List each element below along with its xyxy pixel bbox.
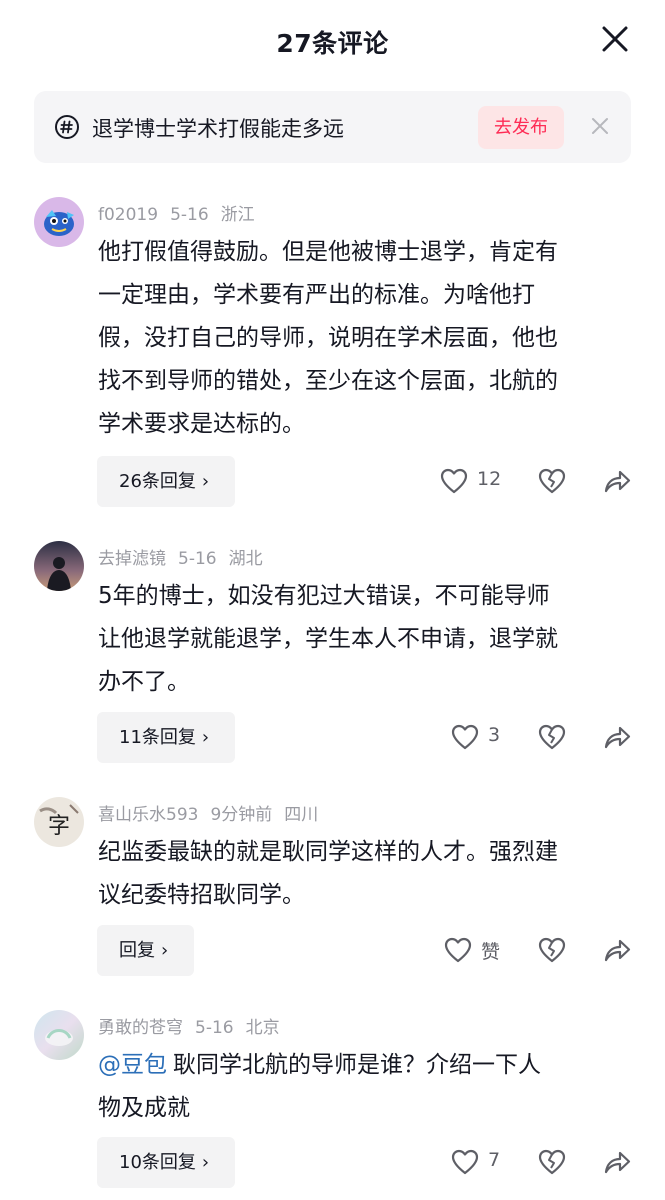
share-icon[interactable]	[603, 1149, 631, 1175]
publish-button[interactable]: 去发布	[478, 106, 564, 149]
dismiss-topic-icon[interactable]	[589, 115, 611, 137]
comment-actions: 7	[0, 1143, 665, 1183]
comment-location: 北京	[245, 1018, 280, 1038]
avatar[interactable]: 字	[34, 797, 84, 847]
comment-text: 他打假值得鼓励。但是他被博士退学，肯定有 一定理由，学术要有严出的标准。为啥他打…	[98, 231, 632, 446]
comment-line: 5年的博士，如没有犯过大错误，不可能导师	[98, 583, 550, 609]
comment-date: 5-16	[170, 205, 209, 225]
avatar[interactable]	[34, 1010, 84, 1060]
mention-link[interactable]: @豆包	[98, 1052, 167, 1078]
comment-actions: 12	[0, 462, 665, 502]
svg-text:字: 字	[48, 814, 70, 839]
comment-meta: f02019 5-16 浙江	[98, 200, 267, 225]
comment-meta: 喜山乐水593 9分钟前 四川	[98, 800, 330, 825]
comment-location: 湖北	[228, 549, 263, 569]
like-count: 12	[477, 468, 502, 490]
username[interactable]: 勇敢的苍穹	[98, 1018, 183, 1038]
heart-icon[interactable]	[444, 937, 472, 963]
comment-line: @豆包 耿同学北航的导师是谁？介绍一下人	[98, 1044, 632, 1087]
comment-line: 学术要求是达标的。	[98, 411, 305, 437]
username[interactable]: 喜山乐水593	[98, 805, 198, 825]
comment-location: 浙江	[220, 205, 255, 225]
comment-line: 让他退学就能退学，学生本人不申请，退学就	[98, 626, 558, 652]
comment-line-text: 耿同学北航的导师是谁？介绍一下人	[173, 1052, 541, 1078]
comment-line: 他打假值得鼓励。但是他被博士退学，肯定有	[98, 239, 558, 265]
broken-heart-icon[interactable]	[538, 468, 566, 494]
comment-line: 找不到导师的错处，至少在这个层面，北航的	[98, 368, 558, 394]
like-count: 3	[488, 724, 501, 746]
comment-text: 纪监委最缺的就是耿同学这样的人才。强烈建 议纪委特招耿同学。	[98, 831, 632, 917]
broken-heart-icon[interactable]	[538, 1149, 566, 1175]
close-icon[interactable]	[601, 25, 629, 53]
comment-line: 纪监委最缺的就是耿同学这样的人才。强烈建	[98, 839, 558, 865]
broken-heart-icon[interactable]	[538, 937, 566, 963]
comment-line: 议纪委特招耿同学。	[98, 882, 305, 908]
share-icon[interactable]	[603, 937, 631, 963]
username[interactable]: 去掉滤镜	[98, 549, 166, 569]
comment-date: 9分钟前	[210, 805, 273, 825]
comment-line: 办不了。	[98, 669, 190, 695]
comment-text: @豆包 耿同学北航的导师是谁？介绍一下人 物及成就	[98, 1044, 632, 1130]
avatar[interactable]	[34, 197, 84, 247]
comment-date: 5-16	[178, 549, 217, 569]
broken-heart-icon[interactable]	[538, 724, 566, 750]
avatar[interactable]	[34, 541, 84, 591]
comment-line: 一定理由，学术要有严出的标准。为啥他打	[98, 282, 535, 308]
like-count: 7	[488, 1149, 501, 1171]
comment-date: 5-16	[195, 1018, 234, 1038]
comment-location: 四川	[284, 805, 319, 825]
comment-meta: 勇敢的苍穹 5-16 北京	[98, 1013, 292, 1038]
share-icon[interactable]	[603, 724, 631, 750]
comment-actions: 3	[0, 718, 665, 758]
comment-line: 物及成就	[98, 1095, 190, 1121]
like-label: 赞	[481, 941, 501, 963]
username[interactable]: f02019	[98, 205, 158, 225]
topic-text: 退学博士学术打假能走多远	[92, 117, 344, 141]
comments-title: 27条评论	[276, 29, 389, 58]
comment-text: 5年的博士，如没有犯过大错误，不可能导师 让他退学就能退学，学生本人不申请，退学…	[98, 575, 632, 704]
heart-icon[interactable]	[451, 1149, 479, 1175]
hashtag-icon	[55, 115, 79, 139]
heart-icon[interactable]	[451, 724, 479, 750]
comment-actions: 赞	[0, 931, 665, 971]
heart-icon[interactable]	[440, 468, 468, 494]
comments-header: 27条评论	[0, 0, 665, 84]
comment-meta: 去掉滤镜 5-16 湖北	[98, 544, 275, 569]
comment-line: 假，没打自己的导师，说明在学术层面，他也	[98, 325, 558, 351]
topic-bar[interactable]: 退学博士学术打假能走多远 去发布	[34, 91, 631, 163]
share-icon[interactable]	[603, 468, 631, 494]
